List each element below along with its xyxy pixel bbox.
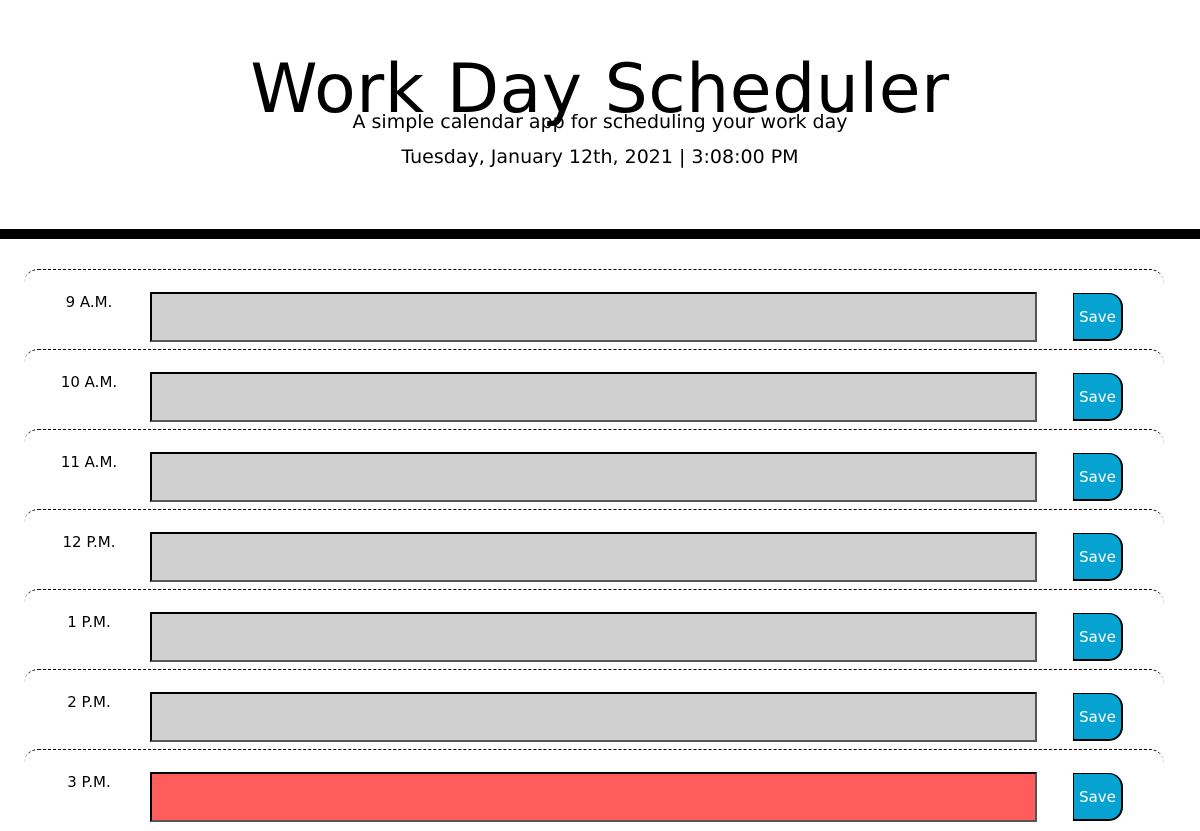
hour-label: 10 A.M.	[60, 373, 118, 391]
time-block-row: 9 A.M. Save	[24, 269, 1164, 349]
hour-label: 3 P.M.	[67, 773, 111, 791]
time-block-row: 1 P.M. Save	[24, 589, 1164, 669]
hour-label: 1 P.M.	[67, 613, 111, 631]
hour-label: 12 P.M.	[62, 533, 116, 551]
task-input[interactable]	[150, 372, 1037, 422]
hour-label: 2 P.M.	[67, 693, 111, 711]
time-block-row: 10 A.M. Save	[24, 349, 1164, 429]
time-block-row: 3 P.M. Save	[24, 749, 1164, 829]
time-block-row: 2 P.M. Save	[24, 669, 1164, 749]
task-input[interactable]	[150, 452, 1037, 502]
page-subtitle: A simple calendar app for scheduling you…	[352, 111, 848, 133]
task-input[interactable]	[150, 612, 1037, 662]
header: Work Day Scheduler A simple calendar app…	[0, 0, 1200, 229]
task-input[interactable]	[150, 292, 1037, 342]
time-block-row: 12 P.M. Save	[24, 509, 1164, 589]
save-button[interactable]: Save	[1073, 373, 1123, 421]
task-input[interactable]	[150, 772, 1037, 822]
task-input[interactable]	[150, 692, 1037, 742]
save-button[interactable]: Save	[1073, 613, 1123, 661]
hour-label: 9 A.M.	[65, 293, 113, 311]
schedule-container: 9 A.M. Save 10 A.M. Save 11 A.M. Save 12…	[24, 269, 1164, 829]
save-button[interactable]: Save	[1073, 533, 1123, 581]
hour-label: 11 A.M.	[60, 453, 118, 471]
time-block-row: 11 A.M. Save	[24, 429, 1164, 509]
save-button[interactable]: Save	[1073, 453, 1123, 501]
task-input[interactable]	[150, 532, 1037, 582]
header-divider	[0, 229, 1200, 239]
current-datetime: Tuesday, January 12th, 2021 | 3:08:00 PM	[401, 146, 799, 168]
save-button[interactable]: Save	[1073, 773, 1123, 821]
save-button[interactable]: Save	[1073, 693, 1123, 741]
save-button[interactable]: Save	[1073, 293, 1123, 341]
